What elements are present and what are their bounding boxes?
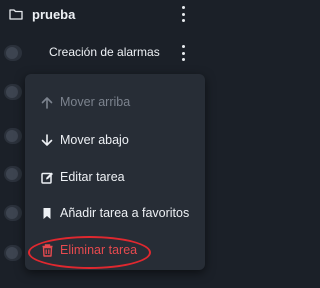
app-screen: prueba Creación de alarmas Mover arriba … [0, 0, 207, 288]
task-toggle[interactable] [4, 128, 22, 144]
arrow-down-icon [40, 133, 54, 147]
folder-more-options-icon[interactable] [179, 6, 187, 22]
move-up-menu-item[interactable]: Mover arriba [25, 84, 205, 120]
task-toggle[interactable] [4, 166, 22, 182]
arrow-up-icon [40, 95, 54, 109]
folder-title: prueba [32, 7, 76, 22]
delete-task-menu-item[interactable]: Eliminar tarea [25, 232, 205, 268]
add-to-favorites-label: Añadir tarea a favoritos [60, 206, 190, 220]
task-toggle[interactable] [4, 245, 22, 261]
task-title[interactable]: Creación de alarmas [49, 45, 160, 59]
trash-icon [40, 243, 54, 257]
delete-task-label: Eliminar tarea [60, 243, 138, 257]
move-down-label: Mover abajo [60, 133, 129, 147]
edit-icon [40, 170, 54, 184]
task-more-options-icon[interactable] [179, 45, 187, 61]
task-toggle[interactable] [4, 45, 22, 61]
task-toggle[interactable] [4, 84, 22, 100]
task-context-menu: Mover arriba Mover abajo Editar tarea Añ… [25, 74, 205, 270]
edit-task-menu-item[interactable]: Editar tarea [25, 159, 205, 195]
add-to-favorites-menu-item[interactable]: Añadir tarea a favoritos [25, 195, 205, 231]
bookmark-icon [40, 206, 54, 220]
folder-header[interactable]: prueba [0, 0, 207, 30]
move-up-label: Mover arriba [60, 95, 131, 109]
task-toggle[interactable] [4, 205, 22, 221]
edit-task-label: Editar tarea [60, 170, 125, 184]
folder-icon [9, 9, 23, 20]
move-down-menu-item[interactable]: Mover abajo [25, 122, 205, 158]
